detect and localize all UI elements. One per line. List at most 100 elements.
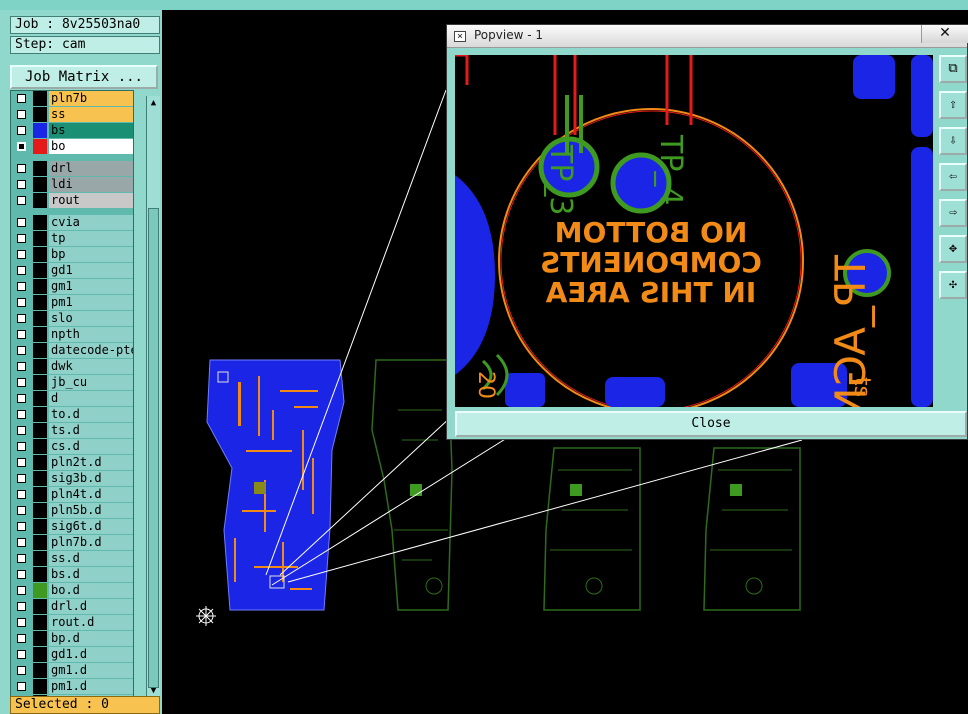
zoom-out-icon[interactable]: ✣ [939,271,967,299]
layer-name[interactable]: rout.d [49,615,133,630]
layer-name[interactable]: pln7b [49,91,133,106]
layer-visibility-checkbox[interactable] [17,570,26,579]
layer-visibility-checkbox[interactable] [17,602,26,611]
layer-name[interactable]: cs.d [49,439,133,454]
layer-row[interactable]: bp.d [11,631,133,647]
layer-row[interactable]: datecode-pte [11,343,133,359]
layer-color-swatch[interactable] [33,439,47,454]
layer-visibility-checkbox[interactable] [17,298,26,307]
layer-name[interactable]: pln5b.d [49,503,133,518]
layer-color-swatch[interactable] [33,215,47,230]
layer-visibility-checkbox[interactable] [17,218,26,227]
layer-visibility-checkbox[interactable] [17,314,26,323]
zoom-window-icon[interactable]: ⧉ [939,55,967,83]
layer-row[interactable]: drl.d [11,599,133,615]
scroll-up-icon[interactable]: ▲ [148,98,159,109]
layer-color-swatch[interactable] [33,107,47,122]
layer-color-swatch[interactable] [33,583,47,598]
layer-visibility-checkbox[interactable] [17,490,26,499]
layer-name[interactable]: drl.d [49,599,133,614]
layer-name[interactable]: pln4t.d [49,487,133,502]
layer-visibility-checkbox[interactable] [17,634,26,643]
layer-name[interactable]: pm1 [49,295,133,310]
layer-name[interactable]: gm1 [49,279,133,294]
layer-row[interactable]: ✐to.d [11,407,133,423]
layer-visibility-checkbox[interactable] [17,506,26,515]
layer-row[interactable]: ✐pln7b [11,91,133,107]
layer-visibility-checkbox[interactable] [17,196,26,205]
layer-visibility-checkbox[interactable] [17,234,26,243]
layer-row[interactable]: ✐cs.d [11,439,133,455]
layer-color-swatch[interactable] [33,311,47,326]
layer-name[interactable]: pln2t.d [49,455,133,470]
layer-name[interactable]: ss.d [49,551,133,566]
layer-row[interactable]: ✐pln5b.d [11,503,133,519]
layer-row[interactable]: ✐bs [11,123,133,139]
layer-name[interactable]: bo.d [49,583,133,598]
layer-visibility-checkbox[interactable] [17,474,26,483]
layer-visibility-checkbox[interactable] [17,666,26,675]
window-close-button[interactable]: ✕ [921,25,968,43]
layer-visibility-checkbox[interactable] [17,554,26,563]
layer-color-swatch[interactable] [33,567,47,582]
layer-visibility-checkbox[interactable] [17,282,26,291]
layer-visibility-checkbox[interactable] [17,458,26,467]
layer-name[interactable]: ldi [49,177,133,192]
layer-row[interactable]: rout.d [11,615,133,631]
layer-row[interactable]: cvia [11,215,133,231]
layer-name[interactable]: d [49,391,133,406]
layer-visibility-checkbox[interactable] [17,682,26,691]
popview-titlebar[interactable]: × Popview - 1 ✕ [447,25,968,48]
layer-row[interactable]: ✐pm1 [11,295,133,311]
layer-color-swatch[interactable] [33,407,47,422]
layer-color-swatch[interactable] [33,231,47,246]
layer-name[interactable]: bp [49,247,133,262]
layer-row[interactable]: npth [11,327,133,343]
popview-close-button[interactable]: Close [455,411,967,437]
pan-left-icon[interactable]: ⇦ [939,163,967,191]
layer-row[interactable]: ✐ts.d [11,423,133,439]
layer-row[interactable]: ✐pm1.d [11,679,133,695]
layer-visibility-checkbox[interactable] [17,442,26,451]
layer-row[interactable]: slo [11,311,133,327]
layer-color-swatch[interactable] [33,343,47,358]
layer-name[interactable]: datecode-pte [49,343,133,358]
layer-color-swatch[interactable] [33,161,47,176]
layer-color-swatch[interactable] [33,599,47,614]
layer-color-swatch[interactable] [33,359,47,374]
layer-name[interactable]: pln7b.d [49,535,133,550]
layer-visibility-checkbox[interactable] [17,586,26,595]
layer-visibility-checkbox[interactable] [17,330,26,339]
layer-color-swatch[interactable] [33,663,47,678]
layer-name[interactable]: cvia [49,215,133,230]
layer-row[interactable]: ✐bs.d [11,567,133,583]
layer-color-swatch[interactable] [33,295,47,310]
layer-visibility-checkbox[interactable] [17,618,26,627]
zoom-in-icon[interactable]: ✥ [939,235,967,263]
layer-row[interactable]: ldi [11,177,133,193]
layer-color-swatch[interactable] [33,279,47,294]
layer-visibility-checkbox[interactable] [17,180,26,189]
layer-name[interactable]: gd1.d [49,647,133,662]
layer-name[interactable]: bp.d [49,631,133,646]
layer-row[interactable]: ✐gd1 [11,263,133,279]
layer-name[interactable]: slo [49,311,133,326]
layer-row[interactable]: dwk [11,359,133,375]
layer-row[interactable]: ✐pln2t.d [11,455,133,471]
layer-row[interactable]: ✐ss [11,107,133,123]
layer-list-scrollbar[interactable]: ▲ ▼ [146,96,160,700]
layer-name[interactable]: jb_cu [49,375,133,390]
layer-name[interactable]: pm1.d [49,679,133,694]
layer-name[interactable]: tp [49,231,133,246]
layer-row[interactable]: ✐pln4t.d [11,487,133,503]
layer-color-swatch[interactable] [33,327,47,342]
layer-visibility-checkbox[interactable] [17,346,26,355]
layer-color-swatch[interactable] [33,519,47,534]
layer-visibility-checkbox[interactable] [17,110,26,119]
layer-color-swatch[interactable] [33,375,47,390]
layer-name[interactable]: ts.d [49,423,133,438]
layer-color-swatch[interactable] [33,263,47,278]
job-matrix-button[interactable]: Job Matrix ... [10,65,158,89]
layer-color-swatch[interactable] [33,503,47,518]
layer-visibility-checkbox[interactable] [17,126,26,135]
